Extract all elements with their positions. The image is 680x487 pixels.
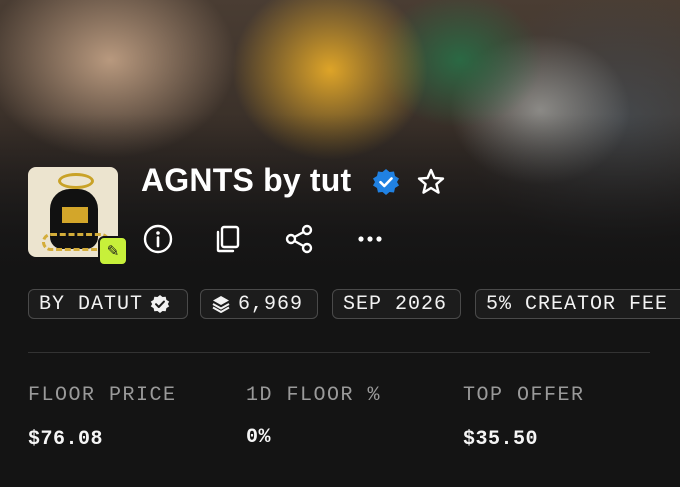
collection-chips: BY DATUT 6,969 SEP 2026 5% CREATOR FEE	[28, 289, 680, 321]
layers-icon	[212, 296, 230, 313]
floor-change-label: 1D FLOOR %	[246, 384, 382, 407]
creator-chip[interactable]: BY DATUT	[28, 289, 188, 319]
info-icon[interactable]	[141, 222, 175, 256]
floor-price-value: $76.08	[28, 428, 104, 451]
creator-fee-value: 5% CREATOR FEE	[486, 292, 669, 316]
items-count-chip[interactable]: 6,969	[200, 289, 318, 319]
creator-fee-chip[interactable]: 5% CREATOR FEE	[475, 289, 680, 319]
date-value: SEP 2026	[343, 292, 448, 316]
creator-label: BY DATUT	[39, 292, 144, 316]
creator-verified-icon	[150, 295, 170, 313]
floor-change-value: 0%	[246, 426, 272, 449]
section-divider	[28, 352, 650, 353]
copy-icon[interactable]	[211, 222, 245, 256]
share-icon[interactable]	[282, 222, 316, 256]
collection-title: AGNTS by tut	[141, 162, 352, 198]
avatar-halo	[58, 173, 94, 189]
date-chip[interactable]: SEP 2026	[332, 289, 461, 319]
more-icon[interactable]	[353, 222, 387, 256]
items-count-value: 6,969	[238, 292, 304, 316]
verified-badge-icon	[373, 169, 399, 195]
top-offer-value: $35.50	[463, 428, 539, 451]
edit-badge-icon[interactable]: ✎	[98, 236, 128, 266]
avatar-eyes	[62, 207, 88, 223]
floor-price-label: FLOOR PRICE	[28, 384, 177, 407]
favorite-star-icon[interactable]	[416, 167, 446, 197]
top-offer-label: TOP OFFER	[463, 384, 585, 407]
